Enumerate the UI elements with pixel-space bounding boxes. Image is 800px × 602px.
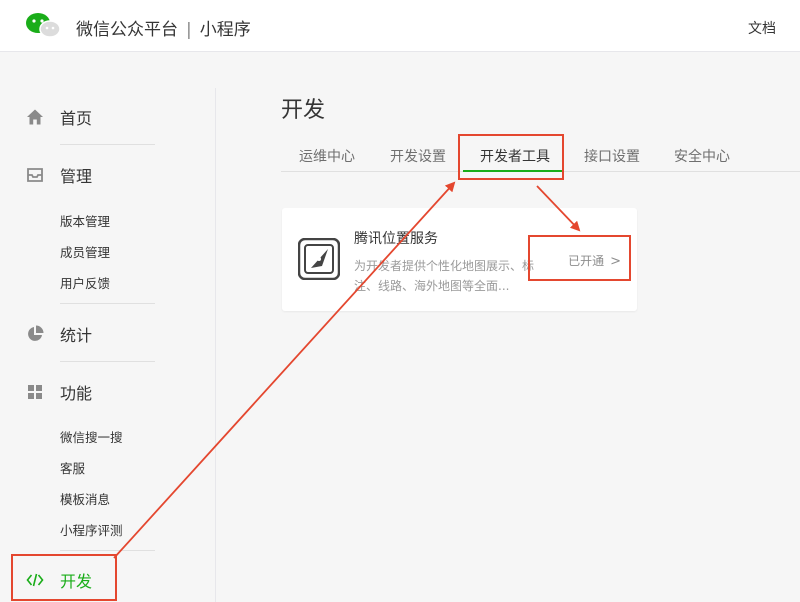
sidebar-item-label: 首页 — [60, 109, 93, 128]
grid-icon — [28, 385, 42, 399]
chevron-right-icon: > — [610, 254, 621, 269]
sidebar-subitem-feedback[interactable]: 用户反馈 — [60, 273, 110, 292]
tab-dev-settings[interactable]: 开发设置 — [390, 146, 446, 166]
sidebar-item-features[interactable]: 功能 — [26, 379, 92, 405]
page-title: 开发 — [281, 98, 326, 123]
sidebar-divider-line — [60, 144, 155, 145]
tab-security-center[interactable]: 安全中心 — [674, 146, 730, 166]
service-card-tencent-location[interactable]: 腾讯位置服务 为开发者提供个性化地图展示、标注、线路、海外地图等全面... 已开… — [282, 208, 637, 311]
sidebar-divider-line — [60, 361, 155, 362]
sidebar-divider-line — [60, 303, 155, 304]
card-description: 为开发者提供个性化地图展示、标注、线路、海外地图等全面... — [354, 259, 535, 293]
sidebar-subitem-version[interactable]: 版本管理 — [60, 211, 110, 230]
active-tab-indicator — [463, 170, 562, 172]
card-title: 腾讯位置服务 — [354, 231, 438, 247]
pie-chart-icon — [28, 325, 44, 341]
brand-separator: | — [186, 20, 192, 40]
wechat-logo-icon — [26, 13, 61, 38]
compass-map-icon — [298, 238, 340, 280]
sidebar-divider — [215, 88, 216, 602]
tab-bar: 运维中心 开发设置 开发者工具 接口设置 安全中心 — [281, 132, 800, 172]
platform-name: 微信公众平台 — [76, 20, 178, 40]
tab-developer-tools[interactable]: 开发者工具 — [480, 146, 550, 166]
sidebar-item-label: 开发 — [60, 572, 93, 591]
product-name: 小程序 — [199, 20, 251, 40]
sidebar-divider-line — [60, 550, 155, 551]
sidebar-item-home[interactable]: 首页 — [26, 104, 92, 130]
sidebar-subitem-evaluation[interactable]: 小程序评测 — [60, 520, 123, 539]
sidebar-item-manage[interactable]: 管理 — [26, 162, 92, 188]
brand-title: 微信公众平台 | 小程序 — [76, 15, 251, 40]
sidebar-subitem-wechat-search[interactable]: 微信搜一搜 — [60, 427, 123, 446]
sidebar-item-stats[interactable]: 统计 — [26, 321, 92, 347]
tab-api-settings[interactable]: 接口设置 — [584, 146, 640, 166]
sidebar-subitem-customer-service[interactable]: 客服 — [60, 458, 85, 477]
tab-ops-center[interactable]: 运维中心 — [299, 146, 355, 166]
inbox-icon — [27, 168, 43, 182]
home-icon — [27, 109, 43, 125]
code-icon — [26, 573, 44, 587]
service-status[interactable]: 已开通 > — [568, 252, 621, 269]
docs-link[interactable]: 文档 — [748, 18, 776, 38]
sidebar-item-dev[interactable]: 开发 — [26, 567, 92, 593]
sidebar-item-label: 统计 — [60, 326, 93, 345]
sidebar-item-label: 管理 — [60, 167, 93, 186]
status-label: 已开通 — [568, 254, 605, 268]
top-bar: 微信公众平台 | 小程序 文档 — [0, 0, 800, 52]
sidebar-subitem-template-message[interactable]: 模板消息 — [60, 489, 110, 508]
sidebar-item-label: 功能 — [60, 384, 93, 403]
sidebar-subitem-members[interactable]: 成员管理 — [60, 242, 110, 261]
